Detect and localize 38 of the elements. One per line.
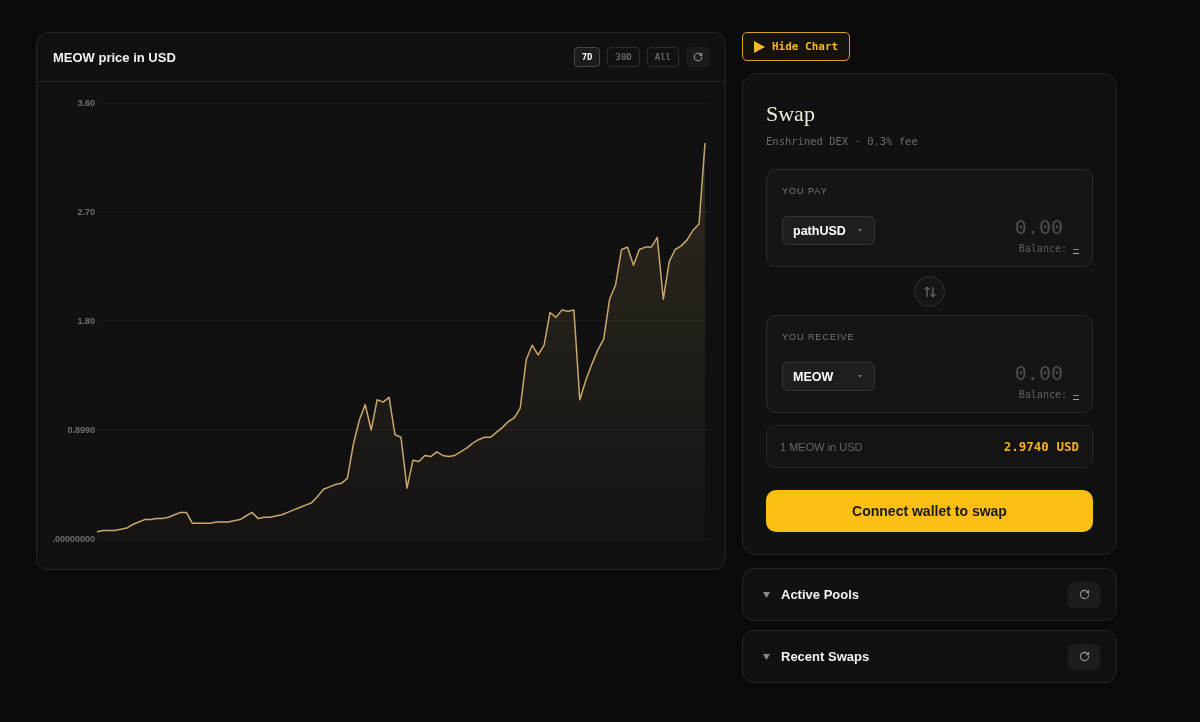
token-select[interactable]: pathUSD (782, 216, 875, 245)
refresh-icon (1078, 651, 1090, 662)
panel-label: YOU PAY (782, 186, 828, 197)
swap-title: Swap (766, 101, 815, 127)
refresh-icon (693, 52, 703, 62)
caret-icon (763, 653, 770, 660)
balance-value: – (1072, 243, 1079, 254)
swap-arrows-icon (922, 284, 937, 299)
rate-label: 1 MEOW in USD (780, 440, 863, 453)
play-icon (754, 40, 765, 53)
axis-label: 3.60 (77, 98, 95, 108)
caret-icon (858, 375, 862, 378)
range-button[interactable]: 7D (573, 47, 601, 67)
chart-title: MEOW price in USD (53, 49, 176, 65)
refresh-button[interactable] (1068, 581, 1100, 608)
axis-label: 2.70 (77, 207, 95, 217)
caret-icon (858, 229, 862, 232)
refresh-button[interactable] (686, 47, 710, 67)
section-title[interactable]: Recent Swaps (781, 649, 870, 664)
balance-label: Balance: (1018, 389, 1067, 400)
panel-label: YOU RECEIVE (782, 332, 855, 343)
balance-value: – (1072, 389, 1079, 400)
hide-chart-button[interactable]: Hide Chart (742, 32, 851, 61)
connect-wallet-button[interactable]: Connect wallet to swap (766, 490, 1093, 532)
token-select[interactable]: MEOW (782, 362, 875, 391)
amount-input[interactable]: 0.00 (996, 215, 1092, 239)
refresh-icon (1078, 589, 1090, 600)
rate-value: 2.9740 USD (1003, 439, 1079, 454)
amount-input[interactable]: 0.00 (996, 361, 1092, 385)
caret-icon (763, 591, 770, 598)
axis-label: 1.80 (77, 316, 95, 326)
axis-label: .00000000 (52, 534, 95, 544)
refresh-button[interactable] (1068, 643, 1100, 670)
axis-label: 0.8990 (67, 425, 95, 436)
balance-label: Balance: (1018, 243, 1067, 254)
section-title[interactable]: Active Pools (781, 587, 860, 602)
swap-direction-button[interactable] (914, 276, 945, 307)
swap-subtitle: Enshrined DEX · 0.3% fee (766, 135, 918, 147)
